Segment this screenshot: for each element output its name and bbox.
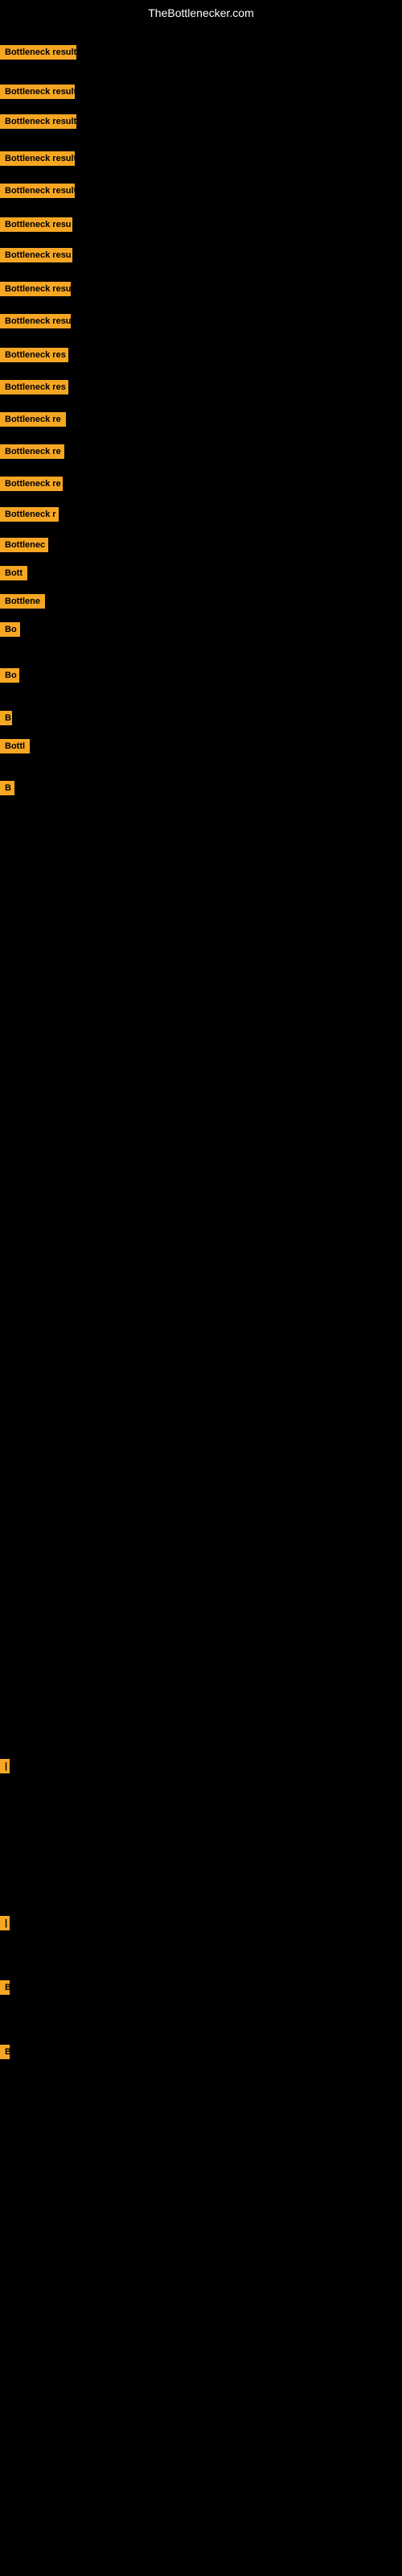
bottleneck-badge-13: Bottleneck re [0, 444, 64, 463]
bottleneck-badge-22: Bottl [0, 739, 30, 758]
site-title: TheBottlenecker.com [0, 0, 402, 26]
bottleneck-badge-3: Bottleneck result [0, 114, 76, 133]
bottleneck-badge-4: Bottleneck result [0, 151, 75, 170]
bottleneck-badge-9: Bottleneck resu [0, 314, 71, 332]
bottleneck-badge-17: Bott [0, 566, 27, 584]
bottleneck-badge-2: Bottleneck result [0, 85, 75, 103]
bottleneck-badge-16: Bottlenec [0, 538, 48, 556]
bottleneck-badge-23: B [0, 781, 14, 799]
bottleneck-badge-25: | [0, 1916, 4, 1934]
bottleneck-badge-27: B [0, 2045, 8, 2063]
bottleneck-badge-24: | [0, 1759, 4, 1777]
bottleneck-badge-10: Bottleneck res [0, 348, 68, 366]
bottleneck-badge-18: Bottlene [0, 594, 45, 613]
bottleneck-badge-8: Bottleneck resu [0, 282, 71, 300]
bottleneck-badge-14: Bottleneck re [0, 477, 63, 495]
bottleneck-badge-5: Bottleneck result [0, 184, 75, 202]
bottleneck-badge-26: B [0, 1980, 10, 1999]
bottleneck-badge-15: Bottleneck r [0, 507, 59, 526]
bottleneck-badge-20: Bo [0, 668, 19, 687]
bottleneck-badge-11: Bottleneck res [0, 380, 68, 398]
bottleneck-badge-1: Bottleneck result [0, 45, 76, 64]
bottleneck-badge-19: Bo [0, 622, 20, 641]
bottleneck-badge-21: B [0, 711, 12, 729]
bottleneck-badge-6: Bottleneck resu [0, 217, 72, 236]
bottleneck-badge-7: Bottleneck resu [0, 248, 72, 266]
bottleneck-badge-12: Bottleneck re [0, 412, 66, 431]
